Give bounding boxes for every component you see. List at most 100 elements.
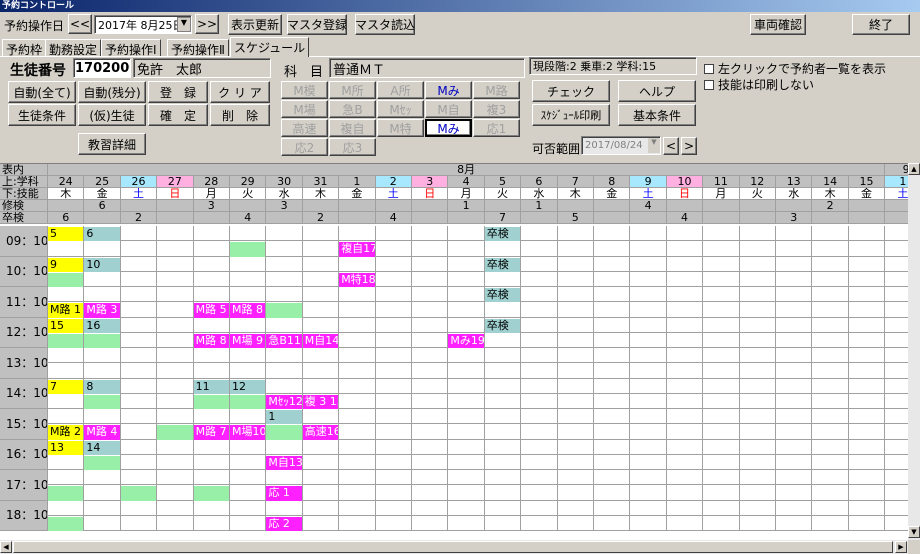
prev-day-button[interactable]: << [68, 14, 92, 34]
help-button[interactable]: ヘルプ [618, 80, 696, 102]
schedule-entry[interactable]: M路 1 [48, 303, 84, 318]
schedule-entry[interactable]: 複 3 15 [302, 394, 339, 409]
schedule-entry[interactable]: 応 1 [266, 486, 302, 501]
lesson-button[interactable]: 高速 [281, 119, 328, 137]
schedule-entry[interactable] [120, 486, 157, 501]
scroll-thumb[interactable] [13, 541, 893, 553]
auto-rest-button[interactable]: 自動(残分) [78, 81, 146, 103]
lesson-button[interactable]: M自 [425, 100, 472, 118]
next-day-button[interactable]: >> [195, 14, 219, 34]
date-picker[interactable]: 2017年 8月25日 ▼ [94, 15, 192, 34]
scroll-down-icon[interactable]: ▼ [908, 526, 920, 538]
student-number-input[interactable]: 1702000 [73, 58, 131, 78]
chevron-down-icon[interactable]: ▼ [648, 138, 660, 153]
schedule-entry[interactable]: M路 7 [193, 425, 229, 440]
schedule-entry[interactable] [157, 425, 193, 440]
schedule-entry[interactable]: 卒検 [484, 318, 521, 333]
schedule-entry[interactable] [266, 425, 302, 440]
range-date-picker[interactable]: 2017/08/24 ▼ [581, 136, 661, 155]
lesson-button[interactable]: 複3 [473, 100, 520, 118]
schedule-entry[interactable]: 7 [48, 379, 84, 394]
master-load-button[interactable]: マスタ読込 [355, 14, 415, 35]
lesson-button[interactable]: 応3 [329, 138, 376, 156]
check-button[interactable]: チェック [532, 80, 610, 102]
schedule-entry[interactable]: M路 3 [84, 303, 120, 318]
show-list-checkbox[interactable]: 左クリックで予約者一覧を表示 [704, 60, 886, 77]
schedule-entry[interactable]: M自13 [266, 455, 302, 470]
lesson-button[interactable]: Mｾｯ [377, 100, 424, 118]
horizontal-scrollbar[interactable]: ◀ ▶ [0, 540, 908, 554]
lesson-button[interactable]: M路 [473, 81, 520, 99]
schedule-entry[interactable]: 高速16 [302, 425, 339, 440]
schedule-entry[interactable]: 応 2 [266, 516, 302, 531]
schedule-entry[interactable]: M路 2 [48, 425, 84, 440]
schedule-entry[interactable] [84, 333, 120, 348]
schedule-entry[interactable]: 複自17 [339, 242, 375, 257]
schedule-entry[interactable] [48, 516, 84, 531]
auto-all-button[interactable]: 自動(全て) [8, 81, 76, 103]
schedule-entry[interactable]: 15 [48, 318, 84, 333]
confirm-button[interactable]: 確 定 [148, 104, 208, 126]
vehicle-check-button[interactable]: 車両確認 [750, 14, 806, 35]
schedule-entry[interactable]: M特18 [339, 272, 375, 287]
scroll-up-icon[interactable]: ▲ [908, 163, 920, 175]
schedule-entry[interactable]: 16 [84, 318, 120, 333]
lesson-button[interactable]: A所 [377, 81, 424, 99]
lesson-button[interactable]: M模 [281, 81, 328, 99]
vertical-scrollbar[interactable]: ▲ ▼ [908, 163, 920, 540]
schedule-entry[interactable] [230, 242, 266, 257]
schedule-entry[interactable]: 6 [84, 227, 120, 242]
schedule-entry[interactable]: 急B11 [266, 333, 302, 348]
schedule-entry[interactable] [230, 394, 266, 409]
schedule-entry[interactable] [48, 272, 84, 287]
no-print-checkbox[interactable]: 技能は印刷しない [704, 76, 814, 93]
schedule-entry[interactable]: 14 [84, 440, 120, 455]
schedule-entry[interactable]: 卒検 [484, 227, 521, 242]
refresh-button[interactable]: 表示更新 [228, 14, 282, 35]
scroll-left-icon[interactable]: ◀ [0, 541, 12, 553]
master-register-button[interactable]: マスタ登録 [287, 14, 347, 35]
schedule-entry[interactable]: 9 [48, 257, 84, 272]
schedule-entry[interactable]: 13 [48, 440, 84, 455]
lesson-button[interactable]: 応2 [281, 138, 328, 156]
schedule-entry[interactable]: M路 8 [230, 303, 266, 318]
schedule-entry[interactable]: 5 [48, 227, 84, 242]
schedule-entry[interactable]: 卒検 [484, 288, 521, 303]
schedule-entry[interactable]: 10 [84, 257, 120, 272]
scroll-right-icon[interactable]: ▶ [895, 541, 907, 553]
lesson-button[interactable]: 複自 [329, 119, 376, 137]
register-button[interactable]: 登 録 [148, 81, 208, 103]
schedule-entry[interactable] [193, 486, 229, 501]
student-conditions-button[interactable]: 生徒条件 [8, 104, 76, 126]
lesson-detail-button[interactable]: 教習詳細 [78, 133, 146, 155]
schedule-entry[interactable]: 卒検 [484, 257, 521, 272]
lesson-button[interactable]: 急B [329, 100, 376, 118]
clear-button[interactable]: ク リ ア [210, 81, 270, 103]
exit-button[interactable]: 終了 [852, 14, 910, 35]
lesson-button[interactable]: M所 [329, 81, 376, 99]
schedule-entry[interactable]: Mみ19 [448, 333, 484, 348]
lesson-button[interactable]: M場 [281, 100, 328, 118]
schedule-entry[interactable]: Mｾｯ12 [266, 394, 302, 409]
schedule-entry[interactable]: 11 [193, 379, 229, 394]
tab-operation-1[interactable]: 予約操作Ⅰ [101, 39, 161, 57]
lesson-button[interactable]: 応1 [473, 119, 520, 137]
schedule-entry[interactable]: M路 8 [193, 333, 229, 348]
lesson-button[interactable]: Mみ [425, 81, 472, 99]
range-next-button[interactable]: > [681, 137, 697, 155]
schedule-entry[interactable] [193, 394, 229, 409]
lesson-button[interactable]: M特 [377, 119, 424, 137]
range-prev-button[interactable]: < [663, 137, 679, 155]
schedule-entry[interactable] [84, 394, 120, 409]
schedule-entry[interactable]: 8 [84, 379, 120, 394]
lesson-button[interactable]: Mみ [425, 119, 472, 137]
schedule-entry[interactable]: 12 [230, 379, 266, 394]
tab-schedule[interactable]: スケジュール [230, 37, 310, 57]
schedule-entry[interactable]: M場10 [230, 425, 266, 440]
basic-conditions-button[interactable]: 基本条件 [618, 104, 696, 126]
schedule-entry[interactable] [266, 303, 302, 318]
schedule-entry[interactable] [84, 455, 120, 470]
schedule-entry[interactable] [48, 333, 84, 348]
schedule-print-button[interactable]: ｽｹｼﾞｭｰﾙ印刷 [532, 104, 610, 126]
tab-reservation-frame[interactable]: 予約枠 [2, 39, 47, 57]
